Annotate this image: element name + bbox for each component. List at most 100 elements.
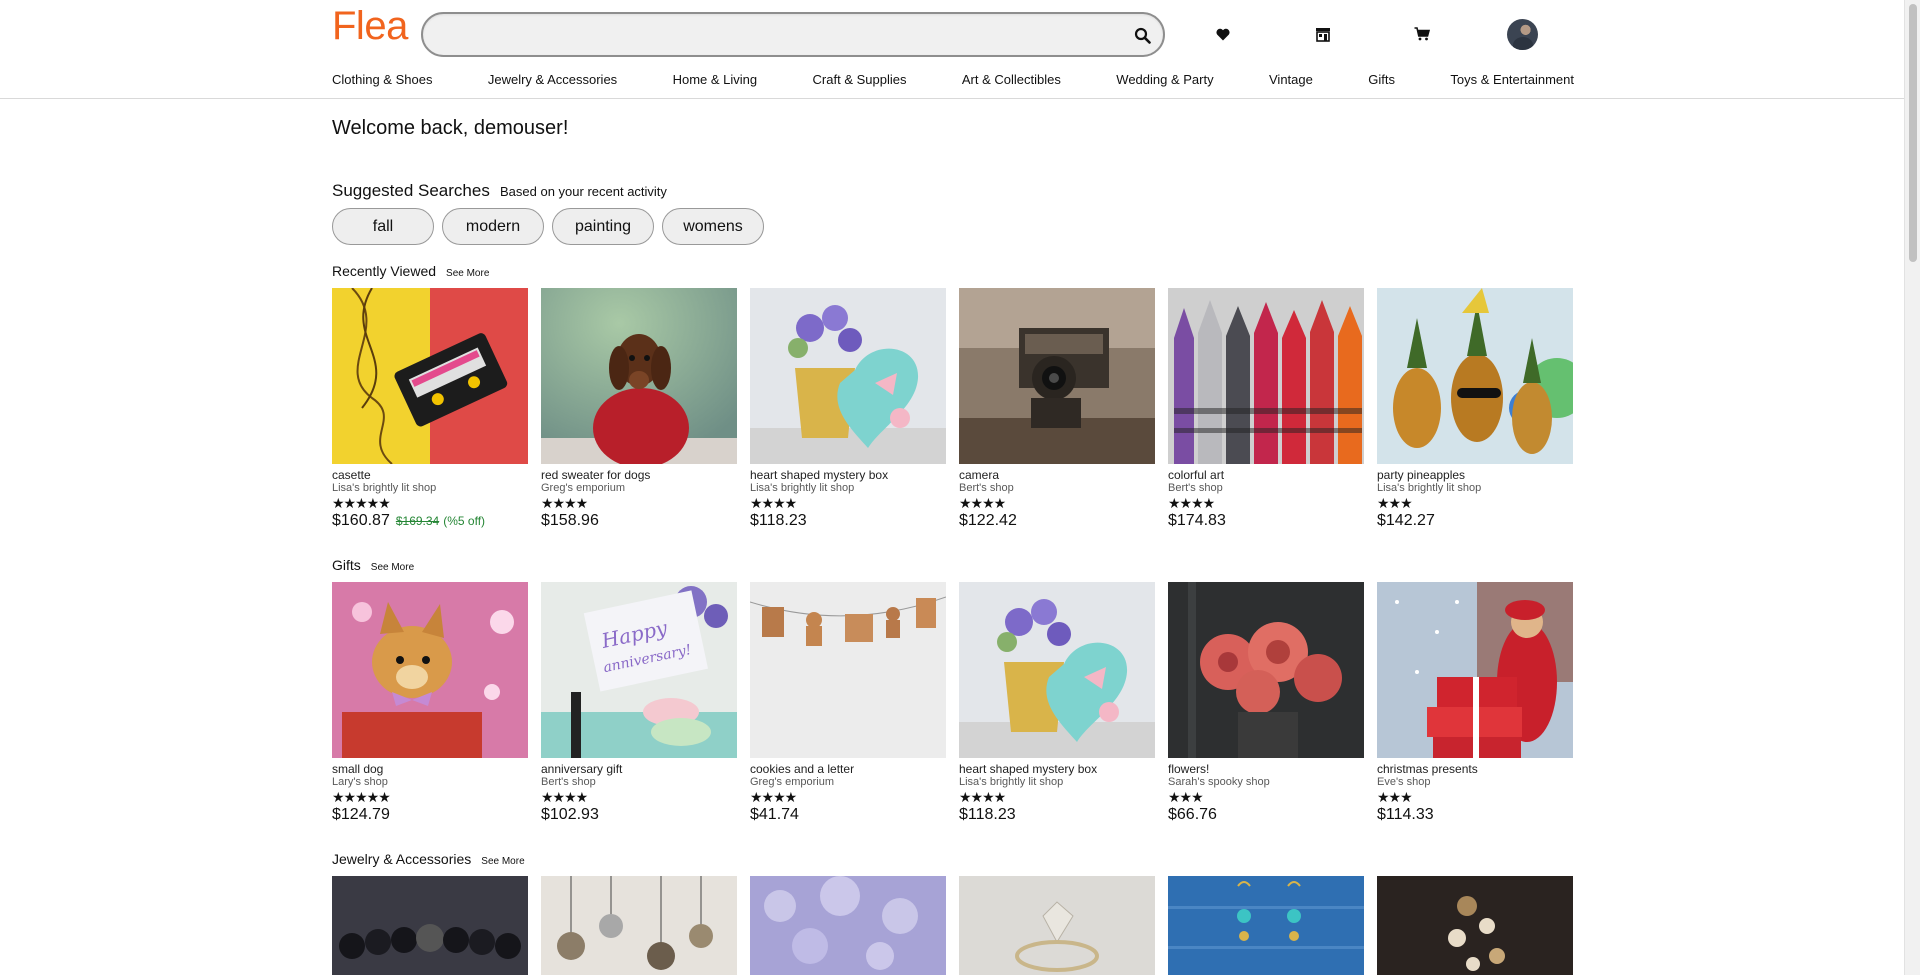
search-input[interactable] (441, 22, 1101, 48)
product-card[interactable] (1168, 876, 1364, 975)
page-scrollbar[interactable] (1904, 0, 1920, 975)
star-rating: ★★★★ (959, 789, 1006, 805)
product-image-party-pineapples[interactable] (1377, 288, 1573, 464)
product-title[interactable]: camera (959, 468, 1155, 482)
see-more-link[interactable]: See More (371, 562, 414, 573)
product-title[interactable]: christmas presents (1377, 762, 1573, 776)
product-image-cookies-letter[interactable] (750, 582, 946, 758)
jewelry-row (332, 876, 1573, 975)
product-image-christmas-presents[interactable] (1377, 582, 1573, 758)
product-image-bead-bracelet[interactable] (332, 876, 528, 975)
nav-clothing-shoes[interactable]: Clothing & Shoes (332, 72, 432, 87)
product-title[interactable]: party pineapples (1377, 468, 1573, 482)
favorites-button[interactable] (1211, 22, 1235, 46)
shop-name[interactable]: Lisa's brightly lit shop (332, 482, 528, 494)
search-chip-womens[interactable]: womens (662, 208, 764, 245)
product-image-diamond-ring[interactable] (959, 876, 1155, 975)
user-avatar[interactable] (1507, 19, 1538, 50)
nav-craft-supplies[interactable]: Craft & Supplies (813, 72, 907, 87)
nav-vintage[interactable]: Vintage (1269, 72, 1313, 87)
nav-toys-entertainment[interactable]: Toys & Entertainment (1450, 72, 1574, 87)
product-card[interactable] (541, 876, 737, 975)
product-card[interactable]: party pineapples Lisa's brightly lit sho… (1377, 288, 1573, 530)
heart-icon (1216, 28, 1230, 40)
section-title: Gifts (332, 557, 361, 573)
nav-jewelry-accessories[interactable]: Jewelry & Accessories (488, 72, 617, 87)
see-more-link[interactable]: See More (446, 268, 489, 279)
shop-name[interactable]: Lisa's brightly lit shop (959, 776, 1155, 788)
product-title[interactable]: colorful art (1168, 468, 1364, 482)
product-image-flowers[interactable] (1168, 582, 1364, 758)
product-card[interactable] (959, 876, 1155, 975)
product-image-pocket-watches[interactable] (541, 876, 737, 975)
product-image-crayons[interactable] (1168, 288, 1364, 464)
price: $122.42 (959, 512, 1017, 529)
shop-name[interactable]: Lisa's brightly lit shop (1377, 482, 1573, 494)
suggested-searches-subtitle: Based on your recent activity (500, 184, 667, 199)
gifts-row: small dog Lary's shop ★★★★★ $124.79 Happ… (332, 582, 1573, 824)
search-bar[interactable] (421, 12, 1165, 57)
nav-gifts[interactable]: Gifts (1368, 72, 1395, 87)
price: $174.83 (1168, 512, 1226, 529)
product-title[interactable]: small dog (332, 762, 528, 776)
product-image-anniversary-gift[interactable]: Happy anniversary! (541, 582, 737, 758)
product-card[interactable] (1377, 876, 1573, 975)
product-card[interactable]: heart shaped mystery box Lisa's brightly… (959, 582, 1155, 824)
star-rating: ★★★ (1377, 495, 1413, 511)
star-rating: ★★★★ (541, 495, 588, 511)
product-image-pearl-necklace[interactable] (1377, 876, 1573, 975)
product-card[interactable]: flowers! Sarah's spooky shop ★★★ $66.76 (1168, 582, 1364, 824)
shop-name[interactable]: Greg's emporium (750, 776, 946, 788)
shop-name[interactable]: Greg's emporium (541, 482, 737, 494)
product-image-blue-earrings[interactable] (1168, 876, 1364, 975)
shop-name[interactable]: Bert's shop (541, 776, 737, 788)
flea-logo[interactable]: Flea (332, 4, 408, 49)
product-image-heart-box[interactable] (750, 288, 946, 464)
product-card[interactable]: red sweater for dogs Greg's emporium ★★★… (541, 288, 737, 530)
product-card[interactable]: Happy anniversary! anniversary gift Bert'… (541, 582, 737, 824)
search-chip-fall[interactable]: fall (332, 208, 434, 245)
see-more-link[interactable]: See More (481, 856, 524, 867)
product-card[interactable]: christmas presents Eve's shop ★★★ $114.3… (1377, 582, 1573, 824)
product-card[interactable]: small dog Lary's shop ★★★★★ $124.79 (332, 582, 528, 824)
nav-art-collectibles[interactable]: Art & Collectibles (962, 72, 1061, 87)
search-button[interactable] (1129, 22, 1155, 48)
search-chip-painting[interactable]: painting (552, 208, 654, 245)
jewelry-heading: Jewelry & Accessories See More (332, 851, 525, 867)
product-card[interactable] (750, 876, 946, 975)
search-chip-modern[interactable]: modern (442, 208, 544, 245)
suggested-search-chips: fall modern painting womens (332, 208, 764, 245)
cart-button[interactable] (1410, 22, 1434, 46)
shop-name[interactable]: Bert's shop (959, 482, 1155, 494)
shop-name[interactable]: Sarah's spooky shop (1168, 776, 1364, 788)
product-title[interactable]: anniversary gift (541, 762, 737, 776)
product-image-camera[interactable] (959, 288, 1155, 464)
shop-name[interactable]: Lary's shop (332, 776, 528, 788)
product-image-red-sweater-dog[interactable] (541, 288, 737, 464)
product-title[interactable]: flowers! (1168, 762, 1364, 776)
gifts-heading: Gifts See More (332, 557, 414, 573)
shop-name[interactable]: Lisa's brightly lit shop (750, 482, 946, 494)
product-title[interactable]: cookies and a letter (750, 762, 946, 776)
product-image-small-dog[interactable] (332, 582, 528, 758)
product-image-cassette[interactable] (332, 288, 528, 464)
product-card[interactable]: casette Lisa's brightly lit shop ★★★★★ $… (332, 288, 528, 530)
product-card[interactable]: heart shaped mystery box Lisa's brightly… (750, 288, 946, 530)
product-title[interactable]: red sweater for dogs (541, 468, 737, 482)
shop-name[interactable]: Bert's shop (1168, 482, 1364, 494)
product-title[interactable]: heart shaped mystery box (959, 762, 1155, 776)
product-card[interactable]: colorful art Bert's shop ★★★★ $174.83 (1168, 288, 1364, 530)
product-image-sparkle-bokeh[interactable] (750, 876, 946, 975)
product-title[interactable]: heart shaped mystery box (750, 468, 946, 482)
shop-manager-button[interactable] (1311, 22, 1335, 46)
scrollbar-thumb[interactable] (1909, 4, 1917, 262)
shop-name[interactable]: Eve's shop (1377, 776, 1573, 788)
product-card[interactable]: cookies and a letter Greg's emporium ★★★… (750, 582, 946, 824)
product-card[interactable]: camera Bert's shop ★★★★ $122.42 (959, 288, 1155, 530)
product-card[interactable] (332, 876, 528, 975)
nav-home-living[interactable]: Home & Living (673, 72, 758, 87)
section-title: Jewelry & Accessories (332, 851, 472, 867)
nav-wedding-party[interactable]: Wedding & Party (1116, 72, 1213, 87)
product-title[interactable]: casette (332, 468, 528, 482)
product-image-heart-box[interactable] (959, 582, 1155, 758)
